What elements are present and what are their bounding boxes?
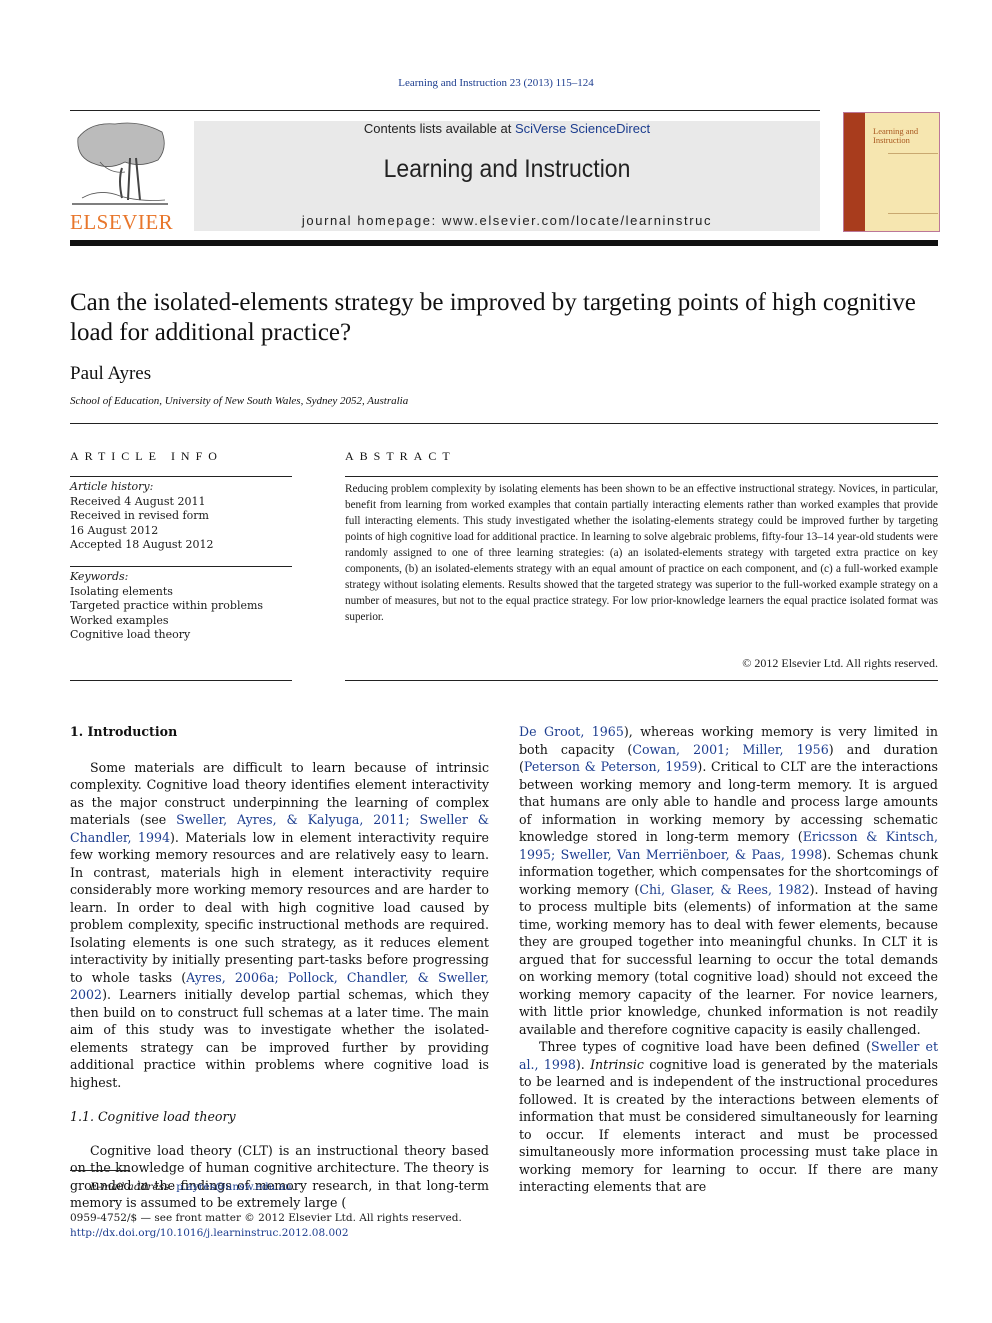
contents-prefix: Contents lists available at [363,121,515,136]
keyword-item: Targeted practice within problems [70,599,264,612]
journal-banner: Contents lists available at SciVerse Sci… [194,121,820,231]
text-run: ). [575,1056,591,1072]
journal-reference-link[interactable]: Learning and Instruction 23 (2013) 115–1… [0,77,992,89]
issn-line: 0959-4752/$ — see front matter © 2012 El… [70,1212,462,1224]
paragraph-continued: De Groot, 1965), whereas working memory … [519,723,938,1038]
sciencedirect-link[interactable]: SciVerse ScienceDirect [515,121,650,136]
history-item: Accepted 18 August 2012 [70,538,214,551]
history-item: Received 4 August 2011 [70,494,206,508]
article-info-heading: ARTICLE INFO [70,449,223,463]
keywords-rule [70,566,292,567]
body-column-left: 1. Introduction Some materials are diffi… [70,723,489,1212]
abstract-copyright: © 2012 Elsevier Ltd. All rights reserved… [742,656,938,670]
cover-line [888,213,938,214]
cover-title: Learning and Instruction [873,127,918,145]
footnote-rule [70,1170,130,1171]
title-rule [70,423,938,424]
paragraph: Some materials are difficult to learn be… [70,759,489,1092]
paragraph: Cognitive load theory (CLT) is an instru… [70,1142,489,1212]
header-thick-rule [70,240,938,246]
homepage-url-link[interactable]: www.elsevier.com/locate/learninstruc [442,213,712,228]
keyword-item: Cognitive load theory [70,628,191,641]
elsevier-wordmark: ELSEVIER [70,210,174,234]
elsevier-tree-icon [72,122,168,205]
email-link[interactable]: p.ayres@unsw.edu.au [176,1181,291,1193]
author-name[interactable]: Paul Ayres [70,363,151,385]
abstract-heading: ABSTRACT [345,449,456,463]
cover-spine [844,113,865,231]
elsevier-logo: ELSEVIER [70,118,174,234]
homepage-label: journal homepage: [301,213,443,228]
article-info-bottom-rule [70,680,292,681]
text-run: ). Materials low in element interactivit… [70,829,489,985]
history-item: 16 August 2012 [70,523,159,537]
abstract-rule [345,476,938,477]
cover-title-line2: Instruction [873,135,910,145]
author-email-footnote: E-mail address: p.ayres@unsw.edu.au. [90,1181,295,1193]
text-run: ). Learners initially develop partial sc… [70,987,489,1090]
citation-link[interactable]: Cowan, 2001; Miller, 1956 [632,742,828,757]
paragraph: Three types of cognitive load have been … [519,1038,938,1196]
article-history: Article history: Received 4 August 2011 … [70,480,292,553]
contents-availability: Contents lists available at SciVerse Sci… [194,121,820,136]
text-run: cognitive load is generated by the mater… [519,1056,939,1195]
body-column-right: De Groot, 1965), whereas working memory … [519,723,938,1196]
article-title: Can the isolated-elements strategy be im… [70,289,916,346]
journal-title: Learning and Instruction [383,155,631,183]
history-label: Article history: [70,480,154,493]
citation-link[interactable]: Peterson & Peterson, 1959 [524,759,697,774]
doi-link[interactable]: http://dx.doi.org/10.1016/j.learninstruc… [70,1227,349,1239]
subsection-heading-clt: 1.1. Cognitive load theory [70,1109,236,1124]
history-item: Received in revised form [70,509,209,522]
author-affiliation: School of Education, University of New S… [70,395,409,407]
email-suffix: . [291,1181,296,1193]
cover-line [888,153,938,154]
abstract-text: Reducing problem complexity by isolating… [345,483,938,623]
journal-homepage: journal homepage: www.elsevier.com/locat… [194,213,820,228]
email-label: E-mail address: [90,1181,173,1193]
section-heading-introduction: 1. Introduction [70,724,178,739]
header-rule [70,110,820,111]
emphasis-term: Intrinsic [590,1056,644,1072]
text-run: ). Instead of having to process multiple… [519,881,938,1037]
text-run: Three types of cognitive load have been … [539,1039,871,1054]
keyword-item: Isolating elements [70,584,173,598]
citation-link[interactable]: De Groot, 1965 [519,724,624,739]
article-info-rule [70,476,292,477]
journal-cover-thumbnail[interactable]: Learning and Instruction [843,112,940,232]
keywords-label: Keywords: [70,570,129,583]
keywords: Keywords: Isolating elements Targeted pr… [70,570,292,643]
abstract-bottom-rule [345,680,938,681]
text-run: Cognitive load theory (CLT) is an instru… [70,1142,489,1211]
citation-link[interactable]: Chi, Glaser, & Rees, 1982 [639,882,809,897]
keyword-item: Worked examples [70,613,169,627]
